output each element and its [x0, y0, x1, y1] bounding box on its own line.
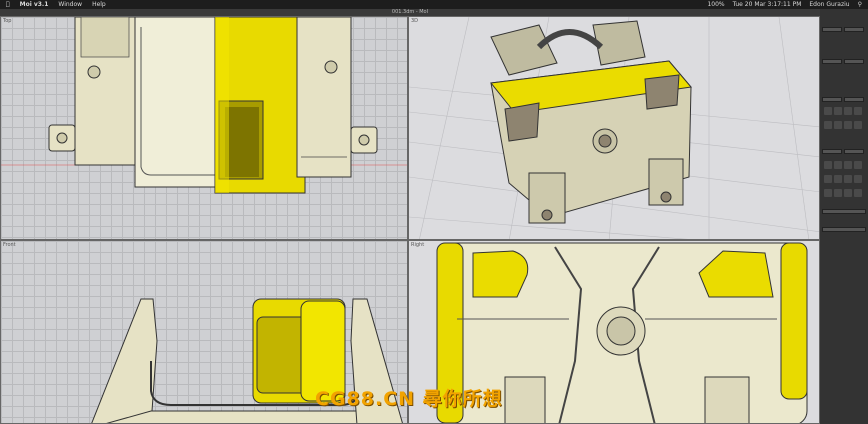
- menu-bar:  Moi v3.1 Window Help 100% Tue 20 Mar 3…: [0, 0, 868, 9]
- tool-icon[interactable]: [824, 161, 832, 169]
- menu-window[interactable]: Window: [58, 0, 82, 9]
- top-view-model: [1, 17, 407, 194]
- tool-icon[interactable]: [824, 107, 832, 115]
- tool-icon[interactable]: [854, 175, 862, 183]
- palette-button[interactable]: [844, 59, 864, 64]
- palette-button[interactable]: [822, 227, 866, 232]
- tool-icon[interactable]: [854, 161, 862, 169]
- viewport-label-right: Right: [411, 242, 425, 248]
- palette-tab[interactable]: [844, 97, 864, 102]
- tool-icon[interactable]: [834, 107, 842, 115]
- tool-icon[interactable]: [844, 107, 852, 115]
- tool-icon[interactable]: [834, 175, 842, 183]
- viewport-top[interactable]: Top: [0, 16, 408, 240]
- tool-icon[interactable]: [854, 121, 862, 129]
- tool-icon[interactable]: [854, 107, 862, 115]
- tool-icon[interactable]: [844, 189, 852, 197]
- tool-palette: [820, 9, 868, 424]
- menu-help[interactable]: Help: [92, 0, 106, 9]
- tool-icon[interactable]: [824, 121, 832, 129]
- tool-icon[interactable]: [854, 189, 862, 197]
- menu-app[interactable]: Moi v3.1: [20, 0, 49, 9]
- palette-button[interactable]: [822, 59, 842, 64]
- palette-button[interactable]: [822, 27, 842, 32]
- battery-indicator[interactable]: 100%: [707, 0, 724, 9]
- palette-button[interactable]: [844, 27, 864, 32]
- viewport-label-front: Front: [3, 242, 16, 248]
- tool-icon[interactable]: [824, 175, 832, 183]
- tool-icon[interactable]: [844, 121, 852, 129]
- viewport-label-persp: 3D: [411, 18, 419, 24]
- viewport-perspective[interactable]: 3D: [408, 16, 820, 240]
- palette-tab[interactable]: [822, 97, 842, 102]
- watermark: CG88.CN 尋你所想: [315, 388, 503, 410]
- user-name[interactable]: Edon Guraziu: [809, 0, 849, 9]
- perspective-model: [409, 17, 819, 239]
- viewport-label-top: Top: [3, 18, 12, 24]
- tool-icon[interactable]: [834, 189, 842, 197]
- tool-icon[interactable]: [834, 161, 842, 169]
- clock[interactable]: Tue 20 Mar 3:17:11 PM: [733, 0, 802, 9]
- palette-button[interactable]: [822, 209, 866, 214]
- tool-icon[interactable]: [834, 121, 842, 129]
- window-title: 001.3dm - MoI: [0, 9, 820, 16]
- tool-icon[interactable]: [844, 175, 852, 183]
- tool-icon[interactable]: [824, 189, 832, 197]
- palette-tab[interactable]: [822, 149, 842, 154]
- apple-icon[interactable]: : [6, 0, 10, 9]
- search-icon[interactable]: ⚲: [858, 0, 862, 9]
- tool-icon[interactable]: [844, 161, 852, 169]
- palette-tab[interactable]: [844, 149, 864, 154]
